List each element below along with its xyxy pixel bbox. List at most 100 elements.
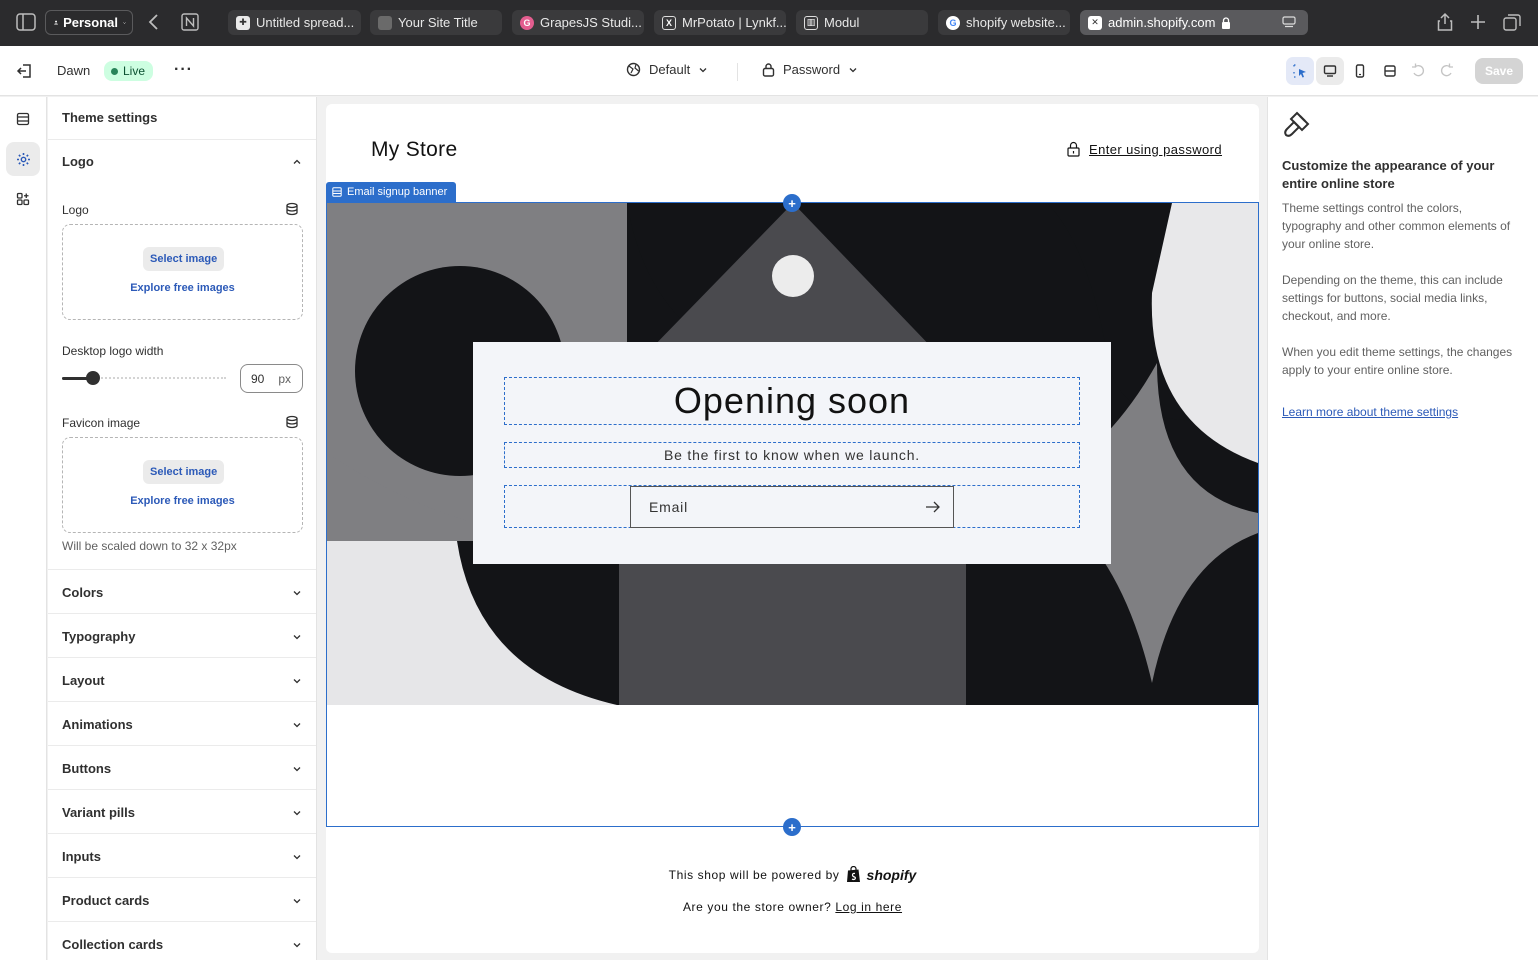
help-paragraph: When you edit theme settings, the change…	[1282, 345, 1513, 377]
new-tab-icon[interactable]	[1469, 12, 1487, 32]
apps-icon	[16, 192, 30, 206]
dynamic-source-icon[interactable]	[285, 415, 299, 429]
chevron-up-icon	[293, 159, 301, 164]
typography-section-header[interactable]: Typography	[62, 629, 303, 644]
browser-tab[interactable]: G GrapesJS Studi...	[512, 10, 644, 35]
buttons-section-header[interactable]: Buttons	[62, 761, 303, 776]
cursor-select-icon	[1293, 64, 1306, 78]
logo-section-header[interactable]: Logo	[62, 154, 303, 169]
desktop-view-button[interactable]	[1316, 57, 1344, 85]
chevron-down-icon	[699, 67, 707, 72]
more-actions-button[interactable]: ···	[174, 61, 193, 79]
chevron-down-icon	[293, 590, 301, 595]
back-arrow-icon[interactable]	[146, 12, 162, 32]
reader-icon[interactable]	[1282, 16, 1296, 29]
divider	[48, 613, 316, 614]
chevron-down-icon	[293, 634, 301, 639]
select-image-button[interactable]: Select image	[143, 460, 225, 484]
inspector-button[interactable]	[1286, 57, 1314, 85]
divider	[48, 833, 316, 834]
theme-name: Dawn	[57, 63, 91, 78]
theme-settings-panel: Theme settings Logo Logo Select image Ex…	[48, 97, 317, 960]
chevron-down-icon	[293, 766, 301, 771]
mobile-icon	[1355, 64, 1365, 78]
browser-tab[interactable]: ▥ Modul	[796, 10, 928, 35]
logo-width-input[interactable]: 90 px	[240, 364, 303, 393]
undo-icon[interactable]	[1411, 63, 1425, 77]
browser-tab[interactable]: X MrPotato | Lynkf...	[654, 10, 786, 35]
browser-tab[interactable]: ✚ Untitled spread...	[228, 10, 361, 35]
explore-images-link[interactable]: Explore free images	[63, 282, 302, 294]
help-paragraph: Depending on the theme, this can include…	[1282, 273, 1503, 323]
exit-icon[interactable]	[16, 62, 34, 80]
person-icon	[54, 20, 58, 25]
mobile-view-button[interactable]	[1346, 57, 1374, 85]
logo-width-slider-thumb[interactable]	[86, 371, 100, 385]
browser-tab-active[interactable]: ✕ admin.shopify.com	[1080, 10, 1308, 35]
fullscreen-view-button[interactable]	[1376, 57, 1404, 85]
desktop-icon	[1323, 65, 1337, 77]
inputs-section-header[interactable]: Inputs	[62, 849, 303, 864]
selected-section-outline	[326, 202, 1259, 827]
divider	[48, 657, 316, 658]
chevron-down-icon	[123, 21, 126, 24]
save-button[interactable]: Save	[1475, 58, 1523, 84]
share-icon[interactable]	[1436, 12, 1454, 32]
paint-brush-icon	[1284, 111, 1310, 137]
logo-image-picker[interactable]: Select image Explore free images	[62, 224, 303, 320]
preview-toolbar	[1286, 57, 1404, 85]
layout-section-header[interactable]: Layout	[62, 673, 303, 688]
logo-label: Logo	[62, 203, 89, 217]
section-icon	[332, 187, 342, 197]
help-panel: Customize the appearance of your entire …	[1267, 97, 1538, 960]
layout-icon	[1384, 65, 1396, 77]
section-label-tag[interactable]: Email signup banner	[326, 182, 457, 202]
template-selector[interactable]: Default	[626, 62, 708, 77]
add-section-below-button[interactable]: +	[783, 818, 801, 836]
product-cards-section-header[interactable]: Product cards	[62, 893, 303, 908]
collection-cards-section-header[interactable]: Collection cards	[62, 937, 303, 952]
colors-section-header[interactable]: Colors	[62, 585, 303, 600]
gear-icon	[16, 152, 30, 166]
select-image-button[interactable]: Select image	[143, 247, 225, 271]
divider	[48, 921, 316, 922]
status-badge: Live	[104, 61, 154, 81]
theme-settings-nav-button[interactable]	[6, 142, 40, 176]
google-icon: G	[946, 15, 960, 30]
dynamic-source-icon[interactable]	[285, 202, 299, 216]
divider	[48, 139, 316, 140]
sidebar-toggle-icon[interactable]	[16, 13, 36, 31]
chevron-down-icon	[849, 67, 857, 72]
redo-icon[interactable]	[1440, 63, 1454, 77]
log-in-link[interactable]: Log in here	[835, 900, 902, 914]
page-selector[interactable]: Password	[762, 62, 858, 77]
store-owner-text: Are you the store owner? Log in here	[682, 900, 903, 914]
add-section-above-button[interactable]: +	[783, 194, 801, 212]
notion-icon[interactable]	[180, 12, 200, 32]
explore-images-link[interactable]: Explore free images	[63, 495, 302, 507]
lock-icon	[1222, 16, 1231, 29]
profile-switcher[interactable]: Personal	[45, 10, 133, 35]
sections-nav-button[interactable]	[6, 102, 40, 136]
apps-nav-button[interactable]	[6, 182, 40, 216]
panel-title: Theme settings	[62, 110, 158, 125]
tab-overview-icon[interactable]	[1503, 12, 1521, 32]
favicon-image-picker[interactable]: Select image Explore free images	[62, 437, 303, 533]
globe-icon	[626, 62, 641, 77]
chevron-down-icon	[293, 854, 301, 859]
browser-tab[interactable]: Your Site Title	[370, 10, 502, 35]
browser-tab[interactable]: G shopify website...	[938, 10, 1070, 35]
learn-more-link[interactable]: Learn more about theme settings	[1282, 405, 1458, 419]
enter-password-link[interactable]: Enter using password	[1067, 141, 1222, 157]
chevron-down-icon	[293, 810, 301, 815]
store-preview: My Store Enter using password Opening so…	[326, 104, 1259, 953]
powered-by-text: This shop will be powered by shopify	[668, 866, 917, 883]
animations-section-header[interactable]: Animations	[62, 717, 303, 732]
divider	[48, 877, 316, 878]
x-icon: X	[662, 15, 676, 30]
help-paragraph: Theme settings control the colors, typog…	[1282, 201, 1511, 251]
divider	[48, 701, 316, 702]
store-name[interactable]: My Store	[371, 138, 457, 162]
variant-pills-section-header[interactable]: Variant pills	[62, 805, 303, 820]
favicon-hint: Will be scaled down to 32 x 32px	[62, 539, 237, 553]
